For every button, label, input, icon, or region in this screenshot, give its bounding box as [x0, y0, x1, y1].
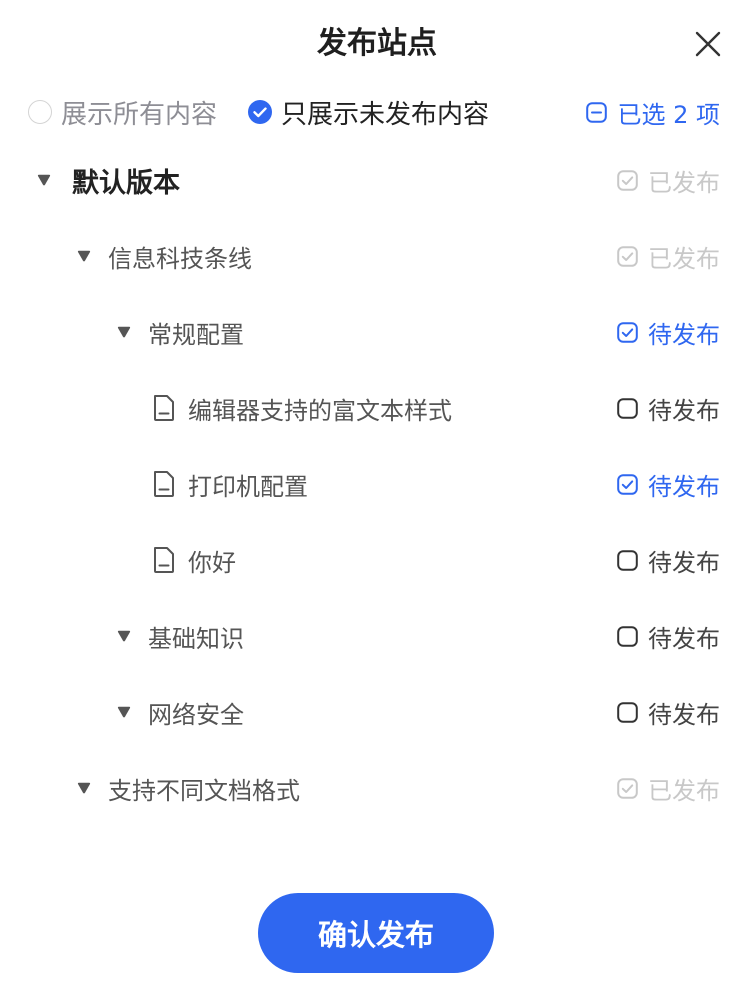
publish-status[interactable]: 待发布	[617, 391, 720, 426]
tree-item-label: 默认版本	[72, 167, 180, 199]
checkbox-checked-icon	[617, 245, 638, 267]
tree-item[interactable]: 常规配置 待发布	[0, 294, 754, 370]
tree-item-label: 网络安全	[148, 700, 244, 729]
publish-status-label: 待发布	[648, 472, 720, 501]
document-icon	[154, 395, 174, 421]
checkbox-checked-icon	[617, 777, 638, 799]
tree-item-label: 你好	[188, 548, 236, 577]
publish-status-label: 待发布	[648, 700, 720, 729]
tree-item[interactable]: 你好 待发布	[0, 522, 754, 598]
selected-count[interactable]: 已选 2 项	[586, 90, 720, 134]
publish-status: 已发布	[617, 163, 720, 198]
tree-item[interactable]: 信息科技条线 已发布	[0, 218, 754, 294]
caret-down-icon[interactable]	[116, 628, 132, 644]
publish-status-label: 待发布	[648, 396, 720, 425]
tree-item-label: 打印机配置	[188, 472, 308, 501]
tree-item-label: 常规配置	[148, 320, 244, 349]
publish-status[interactable]: 待发布	[617, 619, 720, 654]
publish-status-label: 已发布	[648, 244, 720, 273]
document-icon	[154, 471, 174, 497]
close-icon[interactable]	[694, 30, 722, 58]
publish-status: 已发布	[617, 239, 720, 274]
checkbox-unchecked-icon[interactable]	[617, 701, 638, 723]
tree-item[interactable]: 网络安全 待发布	[0, 674, 754, 750]
publish-site-dialog: 发布站点 展示所有内容 只展示未发布内容 已选 2 项 默认版本 已发布 信息科技条…	[0, 0, 754, 990]
document-icon	[154, 547, 174, 573]
checkbox-unchecked-icon[interactable]	[617, 549, 638, 571]
checkbox-checked-icon[interactable]	[617, 321, 638, 343]
caret-down-icon[interactable]	[36, 172, 52, 188]
checkbox-checked-icon[interactable]	[617, 473, 638, 495]
tree-item[interactable]: 编辑器支持的富文本样式 待发布	[0, 370, 754, 446]
tree-item-label: 编辑器支持的富文本样式	[188, 396, 452, 425]
tree-item[interactable]: 基础知识 待发布	[0, 598, 754, 674]
radio-show-unpublished[interactable]: 只展示未发布内容	[248, 90, 489, 134]
filter-row: 展示所有内容 只展示未发布内容 已选 2 项	[28, 90, 728, 134]
dialog-title: 发布站点	[317, 26, 437, 61]
tree-item-label: 支持不同文档格式	[108, 776, 300, 805]
publish-status-label: 待发布	[648, 624, 720, 653]
publish-status[interactable]: 待发布	[617, 695, 720, 730]
radio-unchecked-icon	[28, 100, 52, 124]
tree-item[interactable]: 打印机配置 待发布	[0, 446, 754, 522]
publish-status-label: 待发布	[648, 548, 720, 577]
publish-status-label: 已发布	[648, 168, 720, 197]
radio-checked-icon	[248, 100, 272, 124]
caret-down-icon[interactable]	[76, 248, 92, 264]
checkbox-unchecked-icon[interactable]	[617, 625, 638, 647]
tree-item-label: 基础知识	[148, 624, 244, 653]
checkbox-unchecked-icon[interactable]	[617, 397, 638, 419]
checkbox-checked-icon	[617, 169, 638, 191]
radio-show-all-label: 展示所有内容	[61, 99, 218, 130]
caret-down-icon[interactable]	[116, 324, 132, 340]
radio-show-all[interactable]: 展示所有内容	[28, 90, 217, 134]
caret-down-icon[interactable]	[116, 704, 132, 720]
scroll-fade	[0, 820, 754, 860]
publish-status[interactable]: 待发布	[617, 467, 720, 502]
confirm-publish-button[interactable]: 确认发布	[258, 893, 494, 973]
tree-item[interactable]: 支持不同文档格式 已发布	[0, 750, 754, 826]
tree-item-label: 信息科技条线	[108, 244, 252, 273]
content-tree: 默认版本 已发布 信息科技条线 已发布 常规配置 待发布 编辑器支持的富文本样式 待发布 打印机…	[0, 142, 754, 854]
publish-status-label: 已发布	[648, 776, 720, 805]
tree-item[interactable]: 默认版本 已发布	[0, 142, 754, 218]
publish-status-label: 待发布	[648, 320, 720, 349]
radio-show-unpublished-label: 只展示未发布内容	[281, 99, 490, 130]
publish-status: 已发布	[617, 771, 720, 806]
selected-count-text: 已选 2 项	[617, 100, 720, 129]
publish-status[interactable]: 待发布	[617, 315, 720, 350]
caret-down-icon[interactable]	[76, 780, 92, 796]
publish-status[interactable]: 待发布	[617, 543, 720, 578]
minus-square-icon	[586, 101, 608, 123]
